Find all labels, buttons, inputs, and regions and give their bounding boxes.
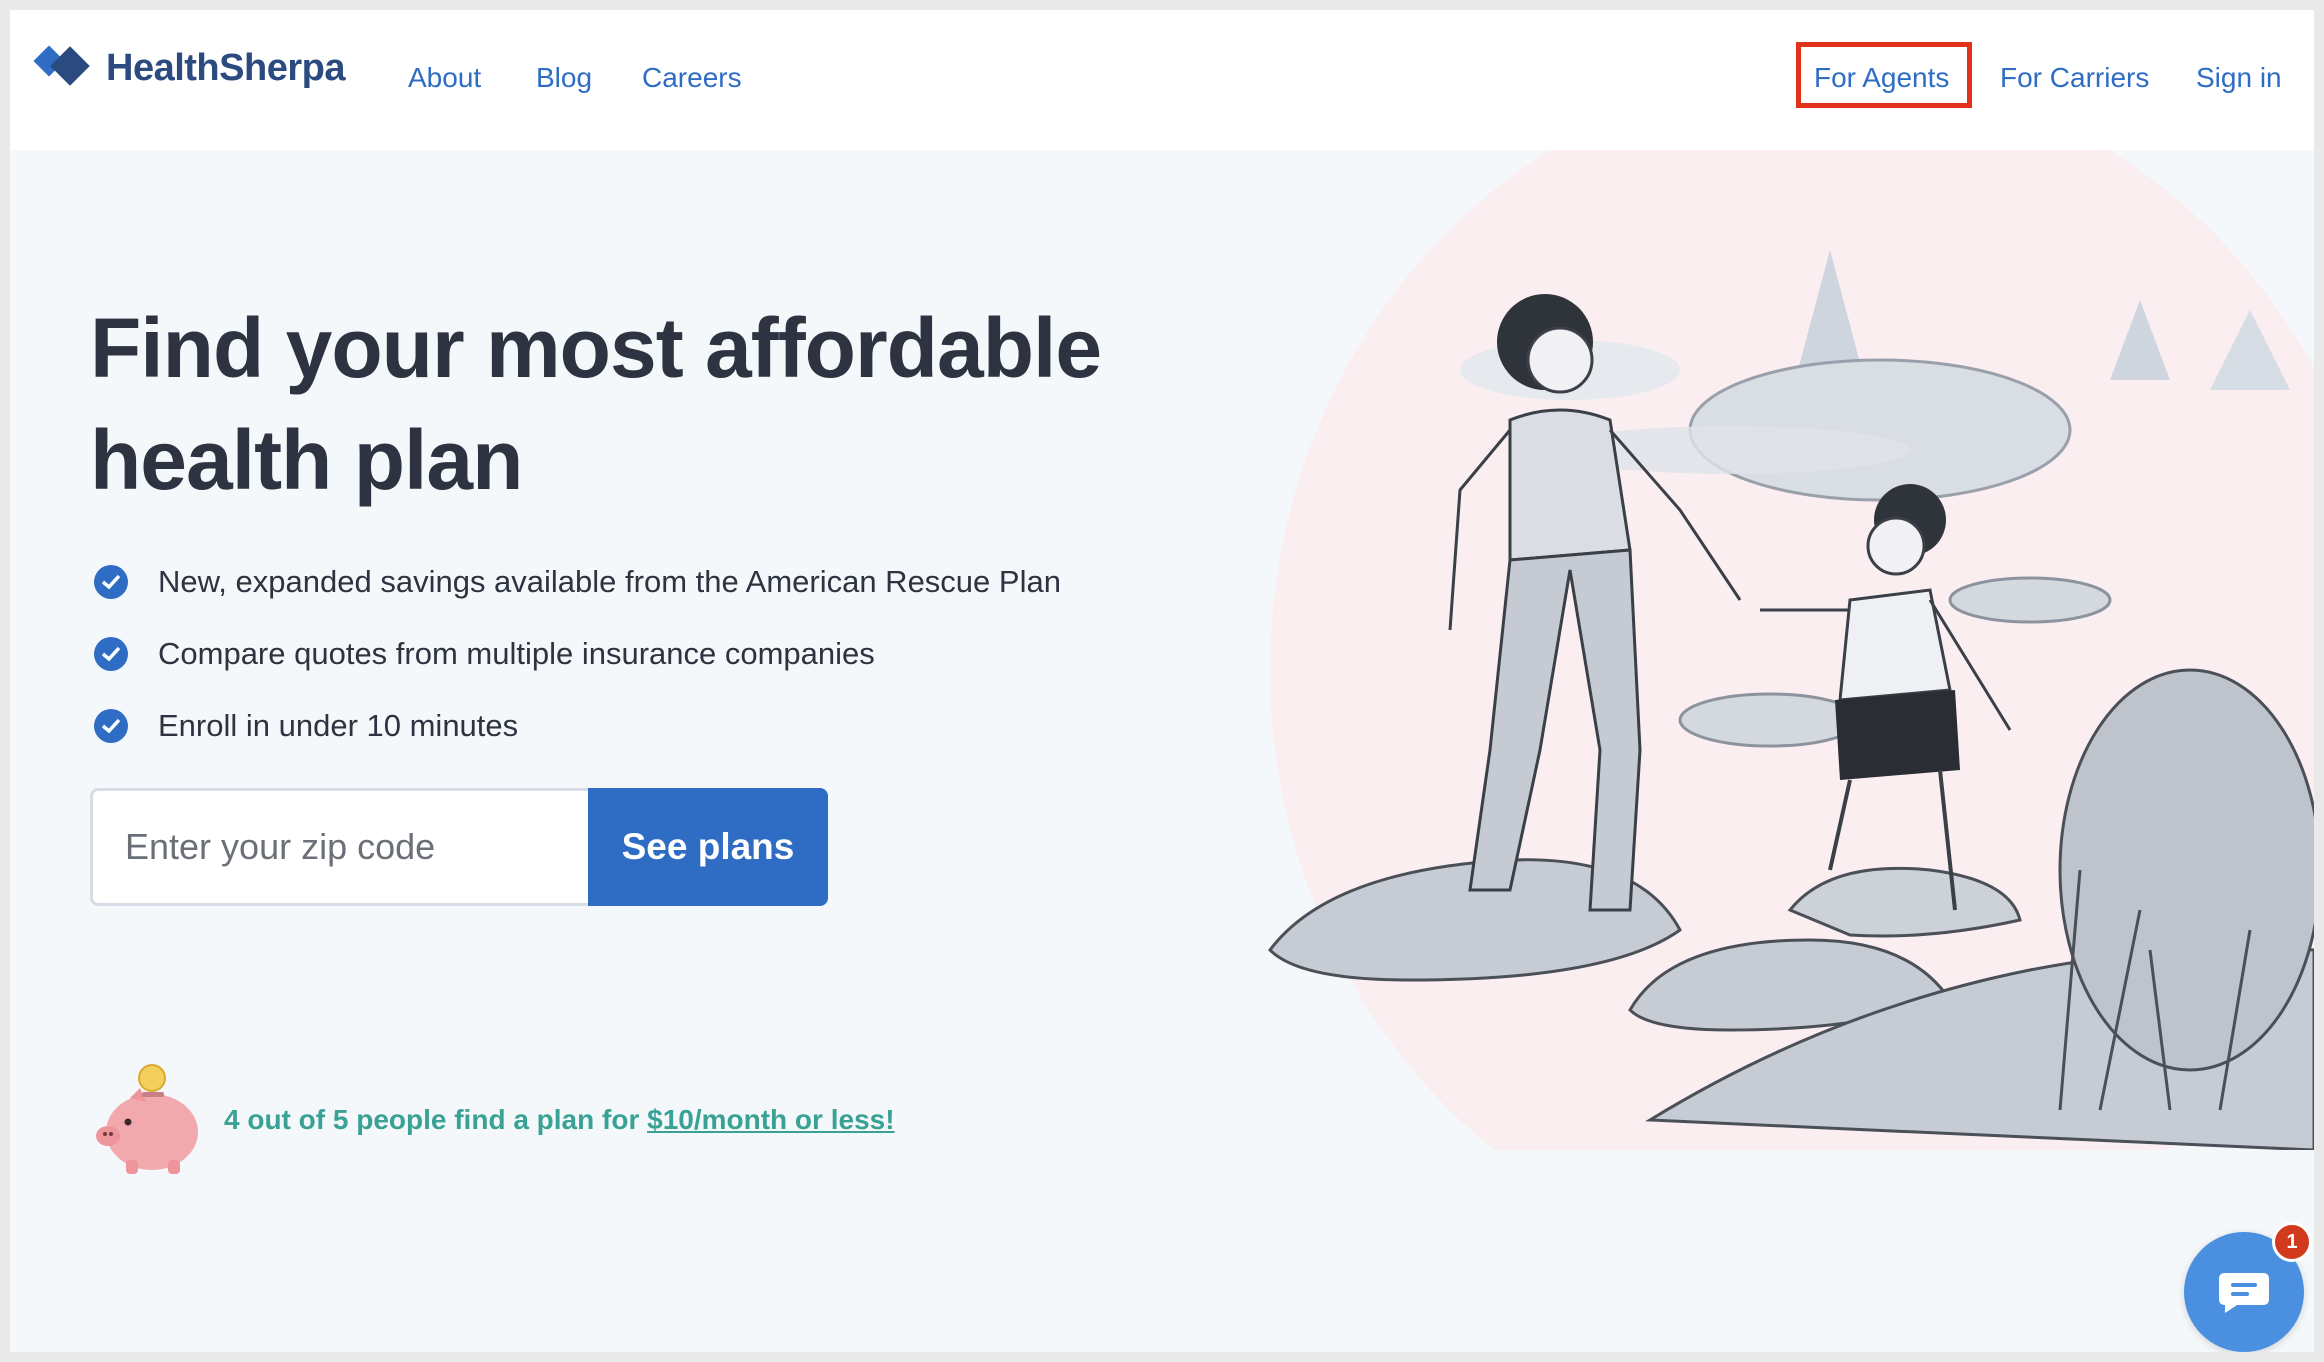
chat-bubble-icon <box>2219 1273 2269 1313</box>
logo[interactable]: HealthSherpa <box>32 44 345 92</box>
promo-text: 4 out of 5 people find a plan for $10/mo… <box>224 1104 895 1136</box>
nav-sign-in[interactable]: Sign in <box>2196 62 2282 94</box>
hero-title: Find your most affordable health plan <box>90 301 1102 507</box>
piggy-bank-icon <box>96 1064 198 1174</box>
nav-for-agents[interactable]: For Agents <box>1814 62 1949 94</box>
nav-careers[interactable]: Careers <box>642 62 742 94</box>
logo-text: HealthSherpa <box>106 46 345 89</box>
healthsherpa-logo-icon <box>33 45 90 86</box>
hero-illustration <box>1268 150 2314 1150</box>
site-header: HealthSherpa About Blog Careers For Agen… <box>10 10 2314 150</box>
promo-message: 4 out of 5 people find a plan for <box>224 1104 648 1135</box>
nav-about[interactable]: About <box>408 62 481 94</box>
benefits-list: New, expanded savings available from the… <box>94 546 1061 762</box>
promo-banner: 4 out of 5 people find a plan for $10/mo… <box>90 1060 895 1180</box>
benefit-text: New, expanded savings available from the… <box>158 564 1061 599</box>
see-plans-button[interactable]: See plans <box>588 788 828 906</box>
page-frame: HealthSherpa About Blog Careers For Agen… <box>10 10 2314 1352</box>
nav-for-carriers[interactable]: For Carriers <box>2000 62 2149 94</box>
checkmark-icon <box>94 565 128 599</box>
chat-notification-badge: 1 <box>2272 1222 2312 1262</box>
benefit-text: Enroll in under 10 minutes <box>158 708 519 743</box>
zip-code-input[interactable] <box>90 788 598 906</box>
benefit-item: New, expanded savings available from the… <box>94 546 1061 618</box>
promo-price-link[interactable]: $10/month or less! <box>647 1104 894 1135</box>
nav-blog[interactable]: Blog <box>536 62 592 94</box>
checkmark-icon <box>94 709 128 743</box>
benefit-item: Compare quotes from multiple insurance c… <box>94 618 1061 690</box>
checkmark-icon <box>94 637 128 671</box>
benefit-text: Compare quotes from multiple insurance c… <box>158 636 875 671</box>
benefit-item: Enroll in under 10 minutes <box>94 690 1061 762</box>
